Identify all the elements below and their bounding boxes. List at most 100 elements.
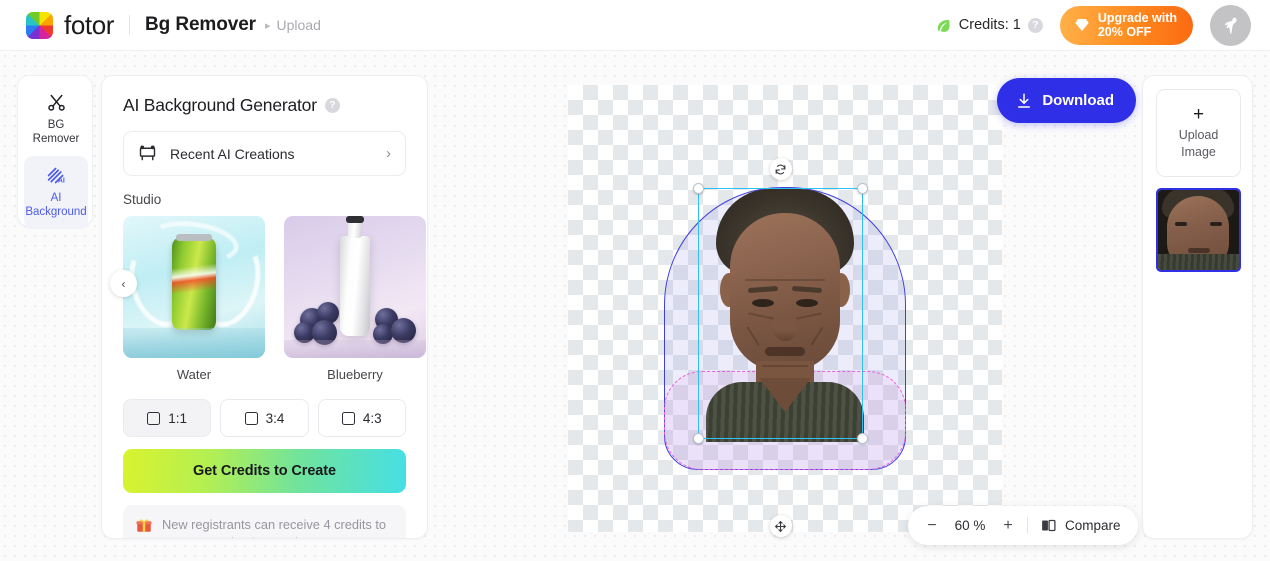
rotate-button[interactable] [769, 158, 792, 180]
upload-label-line1: Upload [1178, 127, 1219, 142]
elderly-man-portrait-thumbnail [1158, 190, 1239, 270]
resize-handle-top-left[interactable] [693, 183, 704, 194]
preset-thumbnail-image [123, 216, 265, 358]
panel-header: AI Background Generator ? [123, 95, 406, 116]
soda-can-shape [172, 234, 216, 330]
ratio-label: 4:3 [362, 410, 382, 426]
preset-card-blueberry[interactable]: Blueberry [284, 216, 426, 382]
resize-handle-bottom-left[interactable] [693, 433, 704, 444]
milk-bottle-shape [340, 216, 370, 336]
question-mark-icon[interactable]: ? [1027, 17, 1043, 33]
square-icon [244, 411, 258, 425]
move-arrows-icon [774, 520, 787, 533]
eye-right [1210, 222, 1222, 226]
mouth [1187, 248, 1210, 253]
zoom-out-button[interactable]: − [925, 517, 939, 535]
question-mark-icon[interactable]: ? [324, 98, 340, 113]
credits-label: Credits: 1 [958, 17, 1021, 33]
credits-notice-text: New registrants can receive 4 credits to… [162, 517, 387, 538]
credits-notice: New registrants can receive 4 credits to… [123, 505, 406, 538]
user-avatar[interactable] [1210, 4, 1251, 46]
panel-title: AI Background Generator [123, 95, 317, 115]
preset-caption: Blueberry [327, 367, 383, 382]
divider [129, 15, 131, 35]
square-icon [147, 411, 161, 425]
tool-label-line2: Background [25, 206, 87, 218]
brand-name: fotor [64, 9, 115, 40]
selection-bounding-box[interactable] [693, 158, 868, 537]
ratio-option-4-3[interactable]: 4:3 [317, 399, 406, 437]
preset-carousel: ‹ Water Blueberry [110, 216, 426, 382]
ratio-label: 1:1 [168, 410, 188, 426]
ratio-label: 3:4 [265, 410, 285, 426]
chevron-right-icon: › [386, 145, 391, 162]
app-root: fotor Bg Remover ▸ Upload Credits: 1 ? U… [0, 0, 1270, 561]
breadcrumb-current: Upload [276, 17, 321, 33]
upload-image-button[interactable]: + Upload Image [1156, 89, 1241, 177]
divider [1027, 517, 1028, 534]
page-title: Bg Remover [145, 14, 256, 35]
plus-icon: + [1192, 103, 1205, 125]
square-icon [341, 411, 355, 425]
zoom-toolbar: − 60 % + Compare [908, 506, 1138, 545]
tool-rail: BG Remover AI AI Background [17, 75, 93, 229]
tool-label-line1: BG [47, 119, 65, 131]
tool-label-line2: Remover [32, 133, 80, 145]
preset-thumbnail-image [284, 216, 426, 358]
ratio-option-3-4[interactable]: 3:4 [220, 399, 309, 437]
credits-display: Credits: 1 ? [935, 17, 1043, 34]
recent-ai-creations-button[interactable]: Recent AI Creations › [123, 131, 406, 176]
bird-avatar-icon [1220, 14, 1242, 36]
ratio-selector: 1:1 3:4 4:3 [123, 399, 406, 437]
download-arrow-icon [1015, 92, 1033, 110]
move-button[interactable] [769, 515, 792, 537]
brand-logo[interactable]: fotor [26, 10, 114, 41]
diamond-icon [1074, 17, 1090, 33]
recent-ai-creations-label: Recent AI Creations [170, 145, 295, 162]
top-bar-right: Credits: 1 ? Upgrade with 20% OFF [935, 4, 1251, 46]
ai-background-panel: AI Background Generator ? Recent AI Crea… [101, 75, 428, 539]
editor-canvas[interactable] [568, 85, 1002, 537]
download-label: Download [1042, 92, 1114, 109]
sidebar-item-bg-remover[interactable]: BG Remover [24, 83, 88, 156]
gift-icon [135, 516, 153, 534]
studio-section-label: Studio [123, 192, 162, 207]
preset-caption: Water [176, 367, 212, 382]
preset-card-water[interactable]: Water [123, 216, 265, 382]
upgrade-label: Upgrade with 20% OFF [1098, 11, 1177, 39]
zoom-in-button[interactable]: + [1001, 517, 1015, 535]
easel-icon [137, 143, 158, 164]
upgrade-line2: 20% OFF [1097, 25, 1152, 39]
upgrade-line1: Upgrade with [1097, 11, 1177, 25]
water-surface [123, 328, 265, 358]
carousel-prev-button[interactable]: ‹ [110, 270, 137, 297]
shirt [1158, 254, 1239, 270]
resize-handle-top-right[interactable] [857, 183, 868, 194]
compare-button[interactable]: Compare [1040, 517, 1121, 534]
image-list-panel: + Upload Image [1142, 75, 1253, 539]
compare-label: Compare [1065, 518, 1121, 533]
download-button[interactable]: Download [997, 78, 1136, 123]
rotate-icon [774, 163, 787, 176]
fotor-color-wheel-logo [26, 11, 53, 39]
image-thumbnail-item[interactable] [1156, 188, 1241, 272]
svg-text:AI: AI [57, 178, 64, 185]
ai-pattern-icon: AI [46, 165, 67, 186]
sidebar-item-label: AI Background [25, 191, 86, 219]
tool-label-line1: AI [50, 192, 62, 204]
ratio-option-1-1[interactable]: 1:1 [123, 399, 212, 437]
get-credits-to-create-button[interactable]: Get Credits to Create [123, 449, 406, 493]
resize-handle-bottom-right[interactable] [857, 433, 868, 444]
sidebar-item-ai-background[interactable]: AI AI Background [24, 156, 88, 229]
sidebar-item-label: BG Remover [33, 118, 80, 146]
upload-image-label: Upload Image [1179, 127, 1219, 161]
table-surface [284, 340, 426, 358]
top-bar: fotor Bg Remover ▸ Upload Credits: 1 ? U… [0, 0, 1270, 51]
upload-label-line2: Image [1181, 144, 1216, 159]
eye-left [1175, 222, 1187, 226]
leaf-icon [935, 17, 952, 34]
zoom-level-value: 60 % [954, 518, 986, 533]
breadcrumb-separator: ▸ [264, 19, 271, 32]
chevron-left-icon: ‹ [121, 276, 126, 291]
upgrade-button[interactable]: Upgrade with 20% OFF [1059, 5, 1193, 45]
